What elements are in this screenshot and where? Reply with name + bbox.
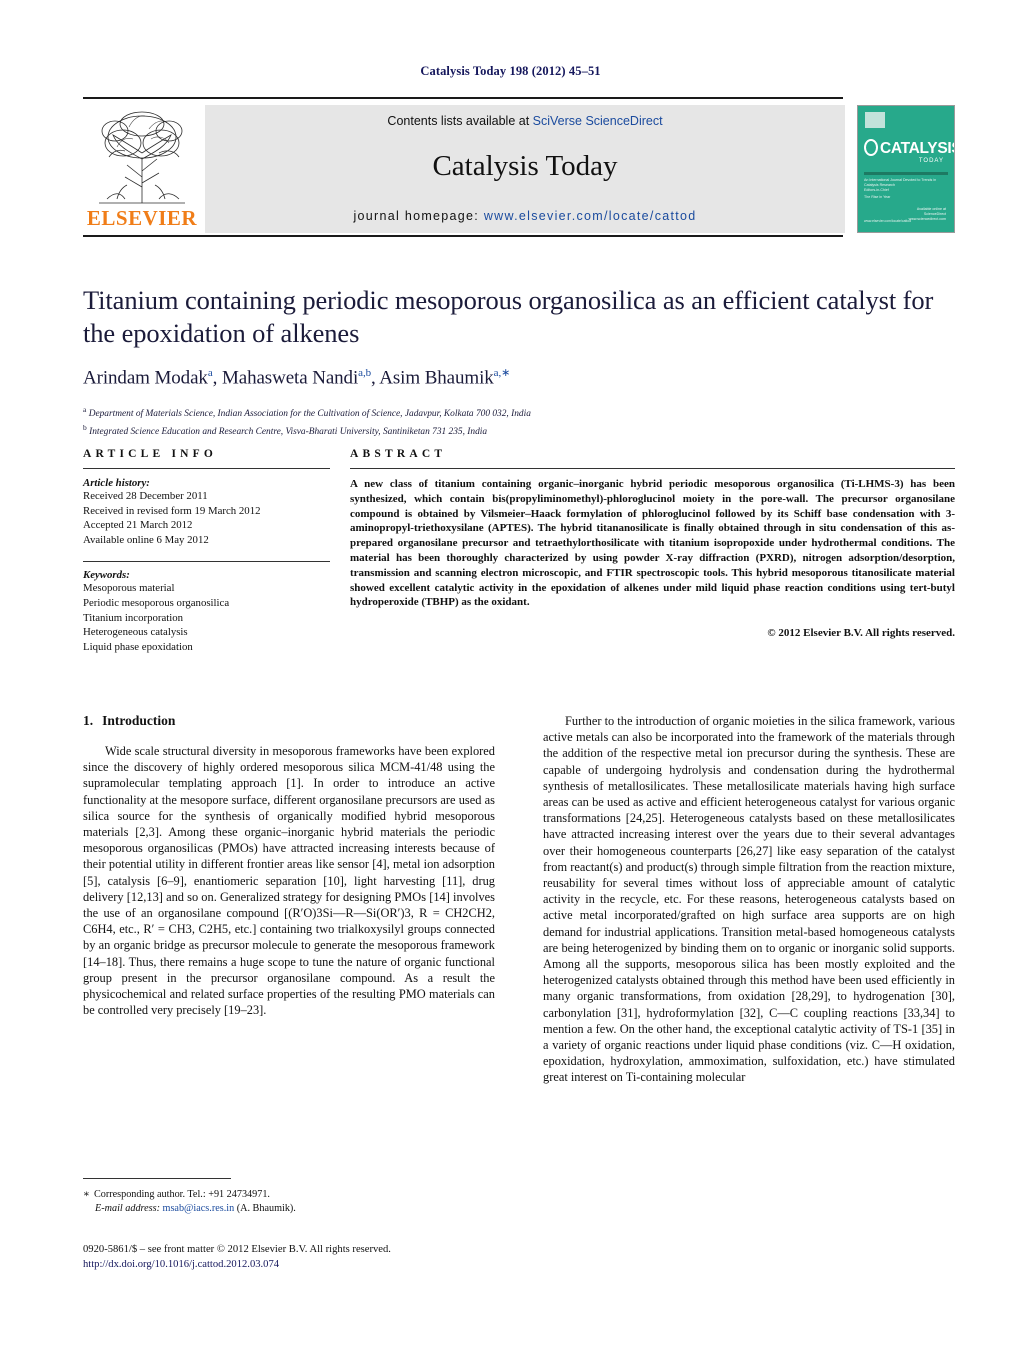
author-marks-2: a,∗ bbox=[493, 367, 511, 379]
body-columns: 1. Introduction Wide scale structural div… bbox=[83, 713, 955, 1086]
elsevier-tree-icon bbox=[99, 111, 185, 204]
affiliation-1: b Integrated Science Education and Resea… bbox=[83, 421, 955, 439]
cover-footer-left: www.elsevier.com/locate/cattod bbox=[864, 219, 912, 224]
cover-meta-line-2: The Rise in Year bbox=[864, 195, 891, 199]
doi-link[interactable]: http://dx.doi.org/10.1016/j.cattod.2012.… bbox=[83, 1257, 603, 1272]
section-title: Introduction bbox=[102, 713, 176, 728]
elsevier-wordmark: ELSEVIER bbox=[86, 206, 198, 230]
sciencedirect-link[interactable]: SciVerse ScienceDirect bbox=[533, 114, 663, 128]
affiliation-list: a Department of Materials Science, India… bbox=[83, 403, 955, 439]
imprint-block: 0920-5861/$ – see front matter © 2012 El… bbox=[83, 1242, 603, 1272]
contents-available-line: Contents lists available at SciVerse Sci… bbox=[387, 114, 662, 128]
article-history-1: Received in revised form 19 March 2012 bbox=[83, 504, 261, 517]
cover-title: CATALYSIS bbox=[880, 140, 955, 157]
affiliation-mark-0: a bbox=[83, 405, 87, 415]
affiliation-mark-1: b bbox=[83, 423, 87, 433]
author-marks-0: a bbox=[207, 367, 213, 379]
intro-paragraph-left: Wide scale structural diversity in mesop… bbox=[83, 744, 495, 1018]
elsevier-logo: ELSEVIER bbox=[83, 105, 201, 233]
author-name-2: Asim Bhaumik bbox=[379, 367, 494, 389]
footnote-email-line: E-mail address: msab@iacs.res.in (A. Bha… bbox=[83, 1202, 495, 1216]
keyword-0: Mesoporous material bbox=[83, 582, 175, 595]
running-head: Catalysis Today 198 (2012) 45–51 bbox=[420, 64, 601, 78]
intro-paragraph-right: Further to the introduction of organic m… bbox=[543, 714, 955, 1085]
keywords-rule bbox=[83, 561, 330, 563]
keyword-4: Liquid phase epoxidation bbox=[83, 640, 193, 653]
keywords-block: Keywords: Mesoporous material Periodic m… bbox=[83, 561, 330, 654]
cover-footer-right: Available online at ScienceDirect www.sc… bbox=[909, 207, 946, 222]
affiliation-text-1: Integrated Science Education and Researc… bbox=[89, 427, 488, 438]
body-column-gap bbox=[495, 713, 543, 1086]
abstract-body: A new class of titanium containing organ… bbox=[350, 478, 955, 609]
footnote-rule bbox=[83, 1178, 231, 1179]
keyword-2: Titanium incorporation bbox=[83, 611, 184, 624]
journal-name: Catalysis Today bbox=[432, 150, 618, 182]
author-list: Arindam Modaka, Mahasweta Nandia,b, Asim… bbox=[83, 367, 511, 389]
author-name-0: Arindam Modak bbox=[83, 367, 208, 389]
footnote-corresponding-line: ∗ Corresponding author. Tel.: +91 2473497… bbox=[83, 1188, 495, 1202]
cover-meta-line-0: An International Journal Devoted to Tren… bbox=[864, 178, 937, 187]
abstract-heading: ABSTRACT bbox=[350, 448, 447, 460]
cover-footer-line-2: www.sciencedirect.com bbox=[908, 217, 946, 221]
section-heading-introduction: 1. Introduction bbox=[83, 713, 495, 729]
journal-cover-thumbnail: CATALYSIS TODAY An International Journal… bbox=[857, 105, 955, 233]
cover-c-letter-icon bbox=[864, 139, 878, 156]
journal-title-band: Contents lists available at SciVerse Sci… bbox=[205, 105, 845, 233]
contents-prefix: Contents lists available at bbox=[387, 114, 533, 128]
cover-subtitle: TODAY bbox=[918, 158, 944, 164]
cover-meta-line-1: Editors-in-Chief bbox=[864, 188, 889, 192]
journal-article-page: Catalysis Today 198 (2012) 45–51 ELSEVIE… bbox=[0, 0, 1021, 1351]
abstract-column: ABSTRACT A new class of titanium contain… bbox=[350, 448, 955, 654]
article-info-column: ARTICLE INFO Article history: Received 2… bbox=[83, 448, 330, 654]
keyword-3: Heterogeneous catalysis bbox=[83, 626, 188, 639]
article-title: Titanium containing periodic mesoporous … bbox=[83, 285, 934, 348]
header-top-rule bbox=[83, 97, 843, 99]
abstract-copyright: © 2012 Elsevier B.V. All rights reserved… bbox=[767, 627, 955, 640]
cover-elsevier-mark-icon bbox=[865, 112, 885, 128]
footnote-email-suffix: (A. Bhaumik). bbox=[236, 1202, 296, 1214]
article-history-3: Available online 6 May 2012 bbox=[83, 533, 209, 546]
article-history-0: Received 28 December 2011 bbox=[83, 490, 208, 502]
corresponding-author-footnote: ∗ Corresponding author. Tel.: +91 2473497… bbox=[83, 1178, 495, 1215]
homepage-prefix: journal homepage: bbox=[353, 209, 484, 223]
title-block: Titanium containing periodic mesoporous … bbox=[83, 284, 955, 440]
article-history-2: Accepted 21 March 2012 bbox=[83, 519, 193, 532]
journal-homepage-line: journal homepage: www.elsevier.com/locat… bbox=[353, 209, 696, 223]
column-gap bbox=[330, 448, 350, 654]
keywords-label: Keywords: bbox=[83, 569, 130, 582]
footnote-email-link[interactable]: msab@iacs.res.in bbox=[163, 1203, 235, 1214]
footnote-star-mark: ∗ bbox=[83, 1189, 90, 1200]
abstract-rule bbox=[350, 468, 955, 469]
affiliation-text-0: Department of Materials Science, Indian … bbox=[88, 409, 531, 420]
footnote-email-label: E-mail address: bbox=[95, 1202, 160, 1214]
affiliation-0: a Department of Materials Science, India… bbox=[83, 403, 955, 421]
body-column-right: Further to the introduction of organic m… bbox=[543, 713, 955, 1086]
author-marks-1: a,b bbox=[358, 367, 371, 379]
header-bottom-rule bbox=[83, 235, 843, 237]
article-info-rule bbox=[83, 468, 330, 469]
body-column-left: 1. Introduction Wide scale structural div… bbox=[83, 713, 495, 1086]
cover-divider bbox=[864, 172, 948, 175]
article-history-label: Article history: bbox=[83, 477, 150, 489]
front-matter-line: 0920-5861/$ – see front matter © 2012 El… bbox=[83, 1244, 391, 1255]
info-abstract-region: ARTICLE INFO Article history: Received 2… bbox=[83, 448, 955, 654]
section-number: 1. bbox=[83, 713, 94, 728]
keyword-1: Periodic mesoporous organosilica bbox=[83, 596, 230, 609]
author-name-1: Mahasweta Nandi bbox=[221, 367, 359, 389]
footnote-corresponding-text: Corresponding author. Tel.: +91 24734971… bbox=[93, 1189, 270, 1200]
homepage-url-link[interactable]: www.elsevier.com/locate/cattod bbox=[484, 209, 697, 223]
journal-header: ELSEVIER Contents lists available at Sci… bbox=[83, 97, 955, 237]
article-info-heading: ARTICLE INFO bbox=[83, 448, 218, 460]
